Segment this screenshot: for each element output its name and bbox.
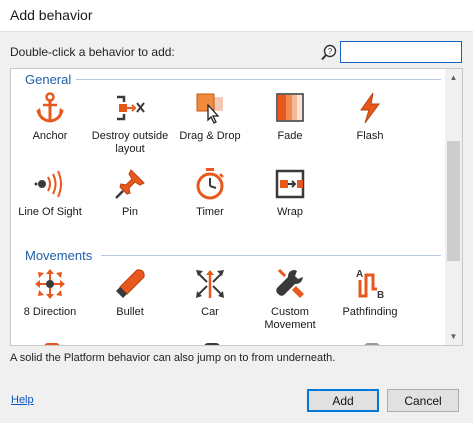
svg-text:?: ? [328, 47, 333, 56]
behavior-item-wrap[interactable]: Wrap [250, 167, 330, 239]
fade-icon [276, 93, 304, 122]
partial-icon [44, 343, 60, 345]
partial-icon [204, 343, 220, 345]
timer-icon [196, 168, 224, 200]
behavior-label: Car [201, 306, 219, 318]
behavior-item-car[interactable]: Car [170, 267, 250, 339]
behavior-label: Line Of Sight [18, 206, 82, 218]
line-of-sight-icon [34, 170, 62, 198]
pin-icon [115, 169, 145, 199]
category-movements-header: Movements [25, 248, 93, 263]
eight-direction-icon [35, 269, 65, 299]
behavior-label: Destroy outside layout [91, 130, 169, 155]
behavior-label: Drag & Drop [179, 130, 241, 142]
scroll-up-arrow-icon[interactable]: ▲ [445, 69, 462, 86]
behavior-label: Anchor [32, 130, 68, 142]
behavior-item-drag-drop[interactable]: Drag & Drop [170, 91, 250, 163]
flash-icon [360, 92, 380, 124]
behavior-label: Custom Movement [264, 306, 316, 331]
anchor-icon [36, 92, 64, 123]
behavior-item-anchor[interactable]: Anchor [11, 91, 90, 163]
search-hint: Double-click a behavior to add: [10, 45, 175, 59]
add-behavior-dialog: Add behavior Double-click a behavior to … [0, 0, 473, 423]
behavior-item-destroy-outside-layout[interactable]: Destroy outside layout [90, 91, 170, 163]
search-icon: ? [320, 44, 338, 62]
behavior-item-custom-movement[interactable]: Custom Movement [250, 267, 330, 339]
behavior-label: Pin [122, 206, 138, 218]
behavior-list: General Anchor Destroy outside layout Dr… [10, 68, 463, 346]
add-button[interactable]: Add [307, 389, 379, 412]
behavior-label: 8 Direction [23, 306, 77, 318]
scroll-down-arrow-icon[interactable]: ▼ [445, 328, 462, 345]
search-input[interactable] [340, 41, 462, 63]
drag-drop-icon [196, 93, 223, 124]
behavior-label: Flash [356, 130, 384, 142]
dialog-title: Add behavior [10, 7, 93, 23]
behavior-label: Bullet [116, 306, 144, 318]
behavior-item-pathfinding[interactable]: A B Pathfinding [330, 267, 410, 339]
scroll-thumb[interactable] [447, 141, 460, 261]
category-general-header: General [25, 72, 72, 87]
category-divider [101, 255, 441, 256]
custom-movement-icon [276, 268, 304, 298]
svg-text:B: B [377, 290, 384, 301]
svg-text:A: A [356, 269, 363, 280]
pathfinding-icon: A B [356, 269, 384, 301]
car-icon [196, 270, 224, 298]
category-divider [76, 79, 441, 80]
behavior-item-flash[interactable]: Flash [330, 91, 410, 163]
wrap-icon [275, 169, 305, 199]
destroy-outside-layout-icon [117, 95, 145, 121]
behavior-item-fade[interactable]: Fade [250, 91, 330, 163]
title-bar: Add behavior [0, 0, 473, 32]
behavior-item-8-direction[interactable]: 8 Direction [11, 267, 90, 339]
behavior-label: Timer [196, 206, 224, 218]
vertical-scrollbar[interactable]: ▲ ▼ [445, 69, 462, 345]
behavior-item-timer[interactable]: Timer [170, 167, 250, 239]
behavior-item-pin[interactable]: Pin [90, 167, 170, 239]
cancel-button[interactable]: Cancel [387, 389, 459, 412]
behavior-label: Fade [277, 130, 303, 142]
behavior-item-bullet[interactable]: Bullet [90, 267, 170, 339]
partial-icon [364, 343, 380, 345]
behavior-label: Wrap [276, 206, 304, 218]
behavior-label: Pathfinding [342, 306, 398, 318]
behavior-description: A solid the Platform behavior can also j… [10, 352, 336, 364]
bullet-icon [116, 269, 145, 298]
help-link[interactable]: Help [11, 394, 34, 406]
behavior-item-line-of-sight[interactable]: Line Of Sight [11, 167, 90, 239]
behavior-list-viewport: General Anchor Destroy outside layout Dr… [11, 69, 445, 345]
